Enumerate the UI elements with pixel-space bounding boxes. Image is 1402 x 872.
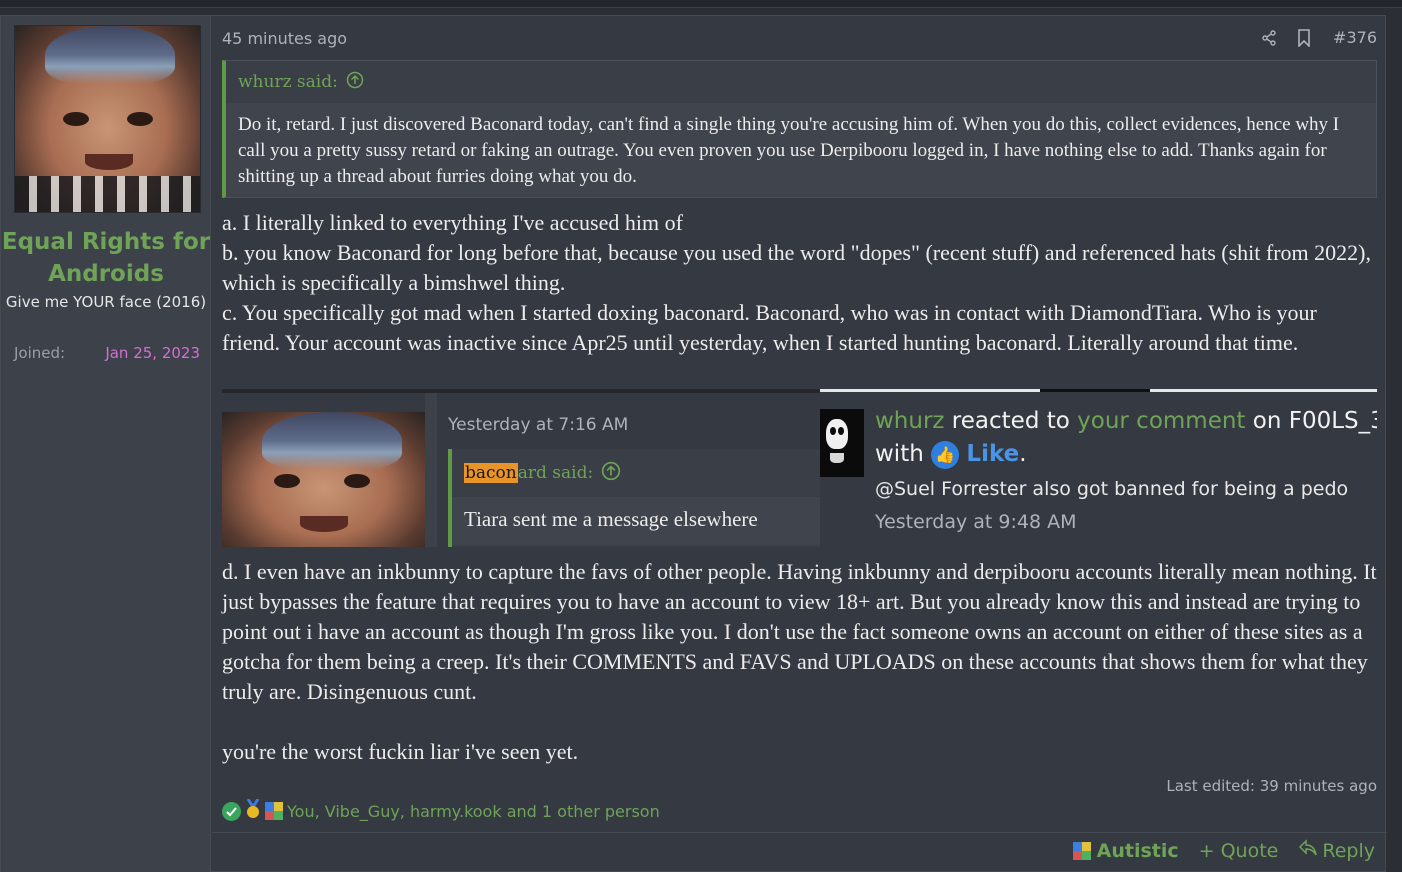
screenshot-quote-header: baconard said: — [452, 449, 820, 497]
paragraph-e: you're the worst fuckin liar i've seen y… — [222, 739, 579, 764]
post-number[interactable]: #376 — [1333, 28, 1377, 47]
notif-with: with — [875, 441, 932, 467]
puzzle-icon — [1072, 841, 1091, 860]
screenshot-avatar — [222, 412, 425, 547]
quote-header[interactable]: whurz said: — [226, 61, 1376, 103]
joined-label: Joined: — [14, 344, 66, 362]
embedded-screenshot-quote[interactable]: Yesterday at 7:16 AM baconard said: Tiar… — [222, 389, 820, 547]
quote-block: whurz said: Do it, retard. I just discov… — [222, 60, 1377, 198]
post-body-top: a. I literally linked to everything I've… — [222, 208, 1377, 358]
check-reaction-icon — [222, 801, 241, 821]
notif-like: Like — [966, 441, 1020, 467]
paragraph-a: a. I literally linked to everything I've… — [222, 210, 683, 235]
post-actions: Autistic + Quote Reply — [1072, 839, 1375, 862]
bookmark-icon[interactable] — [1297, 28, 1311, 47]
reactions-bar[interactable]: You, Vibe_Guy, harmy.kook and 1 other pe… — [222, 798, 660, 823]
quote-text: Do it, retard. I just discovered Baconar… — [226, 103, 1376, 197]
arrow-up-circle-icon — [601, 461, 621, 486]
highlighted-text: bacon — [464, 463, 518, 483]
notif-your-comment: your comment — [1077, 408, 1246, 434]
username[interactable]: Equal Rights for Androids — [1, 226, 211, 290]
paragraph-d: d. I even have an inkbunny to capture th… — [222, 559, 1383, 704]
arrow-up-circle-icon[interactable] — [346, 71, 364, 94]
post-time[interactable]: 45 minutes ago — [222, 29, 347, 48]
notif-time: Yesterday at 9:48 AM — [875, 511, 1077, 533]
reply-icon — [1298, 839, 1318, 862]
skull-avatar — [820, 409, 864, 477]
notif-reacted: reacted to — [944, 408, 1078, 434]
screenshot-quote-text: Tiara sent me a message elsewhere — [452, 497, 820, 545]
paragraph-c: c. You specifically got mad when I start… — [222, 300, 1323, 355]
screenshot-quote-block: baconard said: Tiara sent me a message e… — [448, 449, 820, 547]
quote-author[interactable]: whurz said: — [238, 72, 338, 92]
paragraph-b: b. you know Baconard for long before tha… — [222, 240, 1377, 295]
thumbs-up-icon: 👍 — [931, 440, 960, 469]
screenshot-time: Yesterday at 7:16 AM — [448, 415, 629, 435]
joined-date: Jan 25, 2023 — [105, 344, 200, 362]
medal-reaction-icon — [245, 798, 261, 823]
notif-comment: @Suel Forrester also got banned for bein… — [875, 478, 1349, 500]
top-bar — [0, 0, 1402, 8]
reply-button[interactable]: Reply — [1298, 839, 1375, 862]
last-edited: Last edited: 39 minutes ago — [1166, 777, 1377, 795]
user-title: Give me YOUR face (2016) — [5, 293, 207, 311]
notification: whurz reacted to your comment on F00LS_3… — [875, 405, 1377, 538]
screenshot-quote-author: ard said: — [517, 463, 594, 483]
reply-label: Reply — [1322, 839, 1375, 862]
embedded-screenshot-notification[interactable]: whurz reacted to your comment on F00LS_3… — [820, 389, 1377, 547]
autistic-label: Autistic — [1096, 839, 1179, 862]
post-tools: #376 — [1261, 28, 1377, 47]
puzzle-reaction-icon — [265, 802, 283, 820]
notif-period: . — [1019, 441, 1027, 467]
notif-thread: on F00LS_3RI — [1252, 408, 1377, 434]
user-sidebar: Equal Rights for Androids Give me YOUR f… — [1, 16, 211, 872]
user-avatar[interactable] — [14, 25, 201, 213]
notif-actor: whurz — [875, 408, 945, 434]
share-icon[interactable] — [1261, 29, 1277, 46]
reactions-text[interactable]: You, Vibe_Guy, harmy.kook and 1 other pe… — [287, 802, 660, 821]
post-body-bottom: d. I even have an inkbunny to capture th… — [222, 557, 1377, 767]
footer-divider — [212, 832, 1387, 833]
quote-button[interactable]: + Quote — [1199, 840, 1279, 862]
autistic-reaction-button[interactable]: Autistic — [1072, 839, 1179, 862]
forum-post: Equal Rights for Androids Give me YOUR f… — [0, 15, 1387, 872]
